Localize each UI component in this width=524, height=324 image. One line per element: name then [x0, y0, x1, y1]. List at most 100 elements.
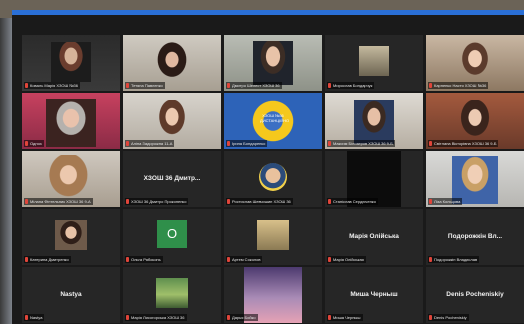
participant-display-name: Миша Черныш — [350, 290, 398, 298]
participant-photo — [257, 219, 289, 250]
participant-tile[interactable]: Одноз — [22, 93, 120, 149]
participant-photo — [46, 99, 96, 148]
mic-muted-icon — [429, 315, 432, 320]
mic-muted-icon — [126, 141, 129, 146]
mic-muted-icon — [25, 141, 28, 146]
participant-name-label: Одноз — [24, 140, 44, 147]
mic-muted-icon — [227, 199, 230, 204]
mic-muted-icon — [429, 257, 432, 262]
mic-muted-icon — [126, 83, 129, 88]
participant-name-label: Ліза Кольцова — [428, 198, 463, 205]
participant-tile[interactable]: Ростислав Шевчишин ХЗОШ 36 — [224, 151, 322, 207]
participant-name-label: Дарья Бойко — [226, 314, 258, 321]
participant-name-label: Коваль Марія ХЗОШ №36 — [24, 82, 80, 89]
participant-tile[interactable]: Миша Черныш Миша Черныш — [325, 267, 423, 323]
video-conference-window: Коваль Марія ХЗОШ №36 Тетяна Павленко Дм… — [12, 10, 524, 324]
mic-muted-icon — [328, 199, 331, 204]
participant-photo — [150, 42, 194, 87]
participant-name-label: Максим Білозеров ХЗОШ 36 9-Б — [327, 140, 395, 147]
mic-muted-icon — [227, 141, 230, 146]
participant-display-name: ХЗОШ 36 Дмитр... — [143, 174, 201, 182]
participant-tile[interactable]: Мілана Фінтельник ХЗОШ 36 9-А — [22, 151, 120, 207]
participant-name-label: Світлана Вікторівна ХЗОШ 36 9-Б — [428, 140, 499, 147]
photo-left-edge — [0, 18, 12, 324]
mic-muted-icon — [328, 315, 331, 320]
mic-muted-icon — [25, 199, 28, 204]
participant-name-label: Марія Лисогорська ХЗОШ 36 — [125, 314, 187, 321]
participant-avatar — [259, 162, 287, 191]
participant-tile[interactable]: Ліза Кольцова — [426, 151, 524, 207]
participant-photo — [354, 100, 394, 145]
participant-name-label: Станіслав Сердюченко — [327, 198, 378, 205]
participant-name-label: Аліна Задорожна 11-А — [125, 140, 175, 147]
participant-tile[interactable]: Марія Лисогорська ХЗОШ 36 — [123, 267, 221, 323]
participant-name-label: Подорожкін Владислав — [428, 256, 480, 263]
participant-tile[interactable]: Дмитро Шелест ХЗОШ 36 — [224, 35, 322, 91]
participant-tile[interactable]: Мирослав Бондарчук — [325, 35, 423, 91]
participant-tile[interactable]: Максим Білозеров ХЗОШ 36 9-Б — [325, 93, 423, 149]
mic-muted-icon — [25, 83, 28, 88]
mic-muted-icon — [227, 83, 230, 88]
school-logo-text: ХЗОШ №36 ДИСТАНЦІЙНО — [260, 113, 290, 123]
participant-tile[interactable]: ХЗОШ №36 ДИСТАНЦІЙНО Ірина Бондаренко — [224, 93, 322, 149]
mic-muted-icon — [126, 199, 129, 204]
participant-name-label: Катерина Дмитренко — [24, 256, 71, 263]
mic-muted-icon — [25, 315, 28, 320]
participant-photo — [454, 41, 496, 85]
mic-muted-icon — [429, 83, 432, 88]
mic-muted-icon — [227, 257, 230, 262]
participant-name-label: Артем Соколов — [226, 256, 263, 263]
participant-initial-avatar: O — [157, 219, 187, 248]
participant-tile[interactable]: Аліна Задорожна 11-А — [123, 93, 221, 149]
participant-name-label: Дмитро Шелест ХЗОШ 36 — [226, 82, 282, 89]
participant-tile[interactable]: Марія Олійська Марія Олійськая — [325, 209, 423, 265]
gallery-grid: Коваль Марія ХЗОШ №36 Тетяна Павленко Дм… — [22, 35, 524, 324]
participant-name-label: Миша Черныш — [327, 314, 363, 321]
participant-tile[interactable]: Артем Соколов — [224, 209, 322, 265]
participant-tile[interactable]: ХЗОШ 36 Дмитр... ХЗОШ 36 Дмитро Прокопен… — [123, 151, 221, 207]
participant-tile-active-speaker[interactable]: Тетяна Павленко — [123, 35, 221, 91]
mic-muted-icon — [328, 141, 331, 146]
mic-muted-icon — [429, 141, 432, 146]
participant-tile[interactable]: Карпенко Настя ХЗОШ №36 — [426, 35, 524, 91]
participant-name-label: Ірина Бондаренко — [226, 140, 268, 147]
participant-tile[interactable]: O Ольга Рябоконь — [123, 209, 221, 265]
participant-tile[interactable]: Nastya Nastya — [22, 267, 120, 323]
participant-photo — [156, 277, 188, 308]
participant-photo — [51, 41, 91, 82]
participant-tile[interactable]: Дарья Бойко — [224, 267, 322, 323]
participant-display-name: Nastya — [60, 290, 82, 298]
mic-muted-icon — [227, 315, 230, 320]
participant-photo — [253, 41, 293, 85]
mic-muted-icon — [126, 315, 129, 320]
participant-tile[interactable]: Світлана Вікторівна ХЗОШ 36 9-Б — [426, 93, 524, 149]
participant-name-label: ХЗОШ 36 Дмитро Прокопенко — [125, 198, 189, 205]
mic-muted-icon — [429, 199, 432, 204]
mic-muted-icon — [328, 83, 331, 88]
participant-name-label: Мілана Фінтельник ХЗОШ 36 9-А — [24, 198, 93, 205]
participant-name-label: Тетяна Павленко — [125, 82, 165, 89]
participant-tile[interactable]: Коваль Марія ХЗОШ №36 — [22, 35, 120, 91]
participant-tile[interactable]: Denis Pocheniskiy Denis Pocheniskiy — [426, 267, 524, 323]
participant-photo — [452, 156, 498, 205]
participant-name-label: Nastya — [24, 314, 45, 321]
participant-display-name: Марія Олійська — [349, 232, 399, 240]
participant-display-name: Подорожкін Вл... — [447, 232, 503, 240]
participant-tile[interactable]: Станіслав Сердюченко — [325, 151, 423, 207]
participant-name-label: Марія Олійськая — [327, 256, 366, 263]
participant-name-label: Ростислав Шевчишин ХЗОШ 36 — [226, 198, 293, 205]
participant-name-label: Мирослав Бондарчук — [327, 82, 375, 89]
participant-photo — [359, 45, 389, 76]
participant-name-label: Denis Pocheniskiy — [428, 314, 469, 321]
participant-photo — [55, 219, 87, 250]
mic-muted-icon — [25, 257, 28, 262]
participant-name-label: Ольга Рябоконь — [125, 256, 163, 263]
participant-display-name: Denis Pocheniskiy — [446, 290, 504, 298]
mic-muted-icon — [126, 257, 129, 262]
participant-photo — [152, 100, 192, 145]
participant-tile[interactable]: Подорожкін Вл... Подорожкін Владислав — [426, 209, 524, 265]
school-logo: ХЗОШ №36 ДИСТАНЦІЙНО — [246, 97, 300, 145]
mic-muted-icon — [328, 257, 331, 262]
participant-name-label: Карпенко Настя ХЗОШ №36 — [428, 82, 489, 89]
participant-tile[interactable]: Катерина Дмитренко — [22, 209, 120, 265]
